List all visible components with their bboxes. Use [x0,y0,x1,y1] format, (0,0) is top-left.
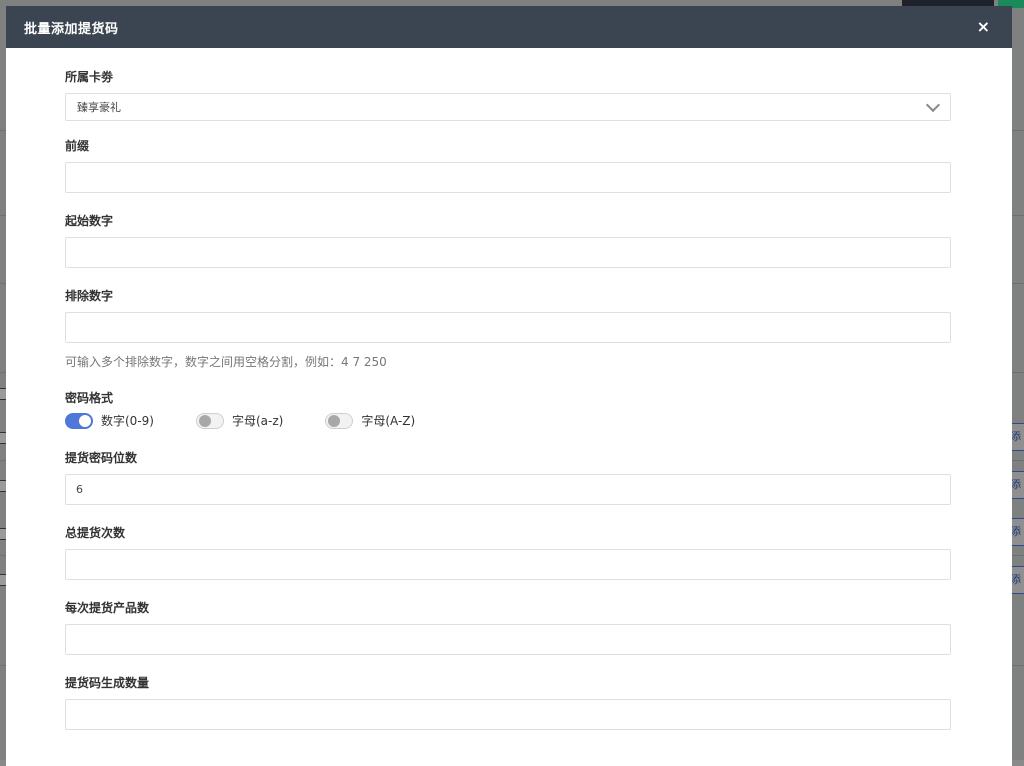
chevron-down-icon [925,97,941,112]
card-select[interactable]: 臻享豪礼 [65,93,951,121]
code-count-label: 提货码生成数量 [65,676,150,690]
total-pickups-label: 总提货次数 [65,526,126,540]
modal-title: 批量添加提货码 [24,21,119,37]
format-option-digits[interactable]: 数字(0-9) [65,412,154,429]
prefix-label: 前缀 [65,139,90,153]
format-option-lowercase[interactable]: 字母(a-z) [195,412,284,429]
batch-add-modal: 批量添加提货码 × 所属卡劵 臻享豪礼 前缀 起始数字 排除数字 可输入多个排除… [6,6,1012,766]
total-pickups-field: 总提货次数 [65,524,952,580]
password-length-input[interactable] [65,474,951,505]
card-select-value: 臻享豪礼 [77,101,121,114]
toggle-knob [79,414,91,427]
format-option-uppercase[interactable]: 字母(A-Z) [325,412,415,429]
password-length-field: 提货密码位数 [65,449,952,505]
start-number-input[interactable] [65,237,951,268]
products-per-pickup-field: 每次提货产品数 [65,599,952,655]
close-icon[interactable]: × [977,19,990,35]
products-per-pickup-label: 每次提货产品数 [65,601,150,615]
products-per-pickup-input[interactable] [65,624,951,655]
exclude-numbers-input[interactable] [65,312,951,343]
toggle-switch[interactable] [65,412,93,429]
toggle-knob [198,414,211,427]
card-label: 所属卡劵 [65,70,114,84]
password-format-field: 密码格式 数字(0-9) 字母(a-z) 字母(A-Z) [65,389,952,429]
toggle-switch[interactable] [195,412,224,429]
code-count-field: 提货码生成数量 [65,674,952,730]
start-number-field: 起始数字 [65,212,952,268]
modal-header: 批量添加提货码 × [6,6,1012,48]
format-option-label: 数字(0-9) [101,414,154,428]
toggle-knob [328,414,341,427]
exclude-numbers-label: 排除数字 [65,289,114,303]
exclude-numbers-hint: 可输入多个排除数字，数字之间用空格分割，例如：4 7 250 [65,355,387,369]
modal-body: 所属卡劵 臻享豪礼 前缀 起始数字 排除数字 可输入多个排除数字，数字之间用空格… [6,48,1012,730]
code-count-input[interactable] [65,699,951,730]
password-length-label: 提货密码位数 [65,451,138,465]
total-pickups-input[interactable] [65,549,951,580]
prefix-field: 前缀 [65,137,952,193]
password-format-options: 数字(0-9) 字母(a-z) 字母(A-Z) [65,412,952,429]
format-option-label: 字母(a-z) [231,414,284,428]
prefix-input[interactable] [65,162,951,193]
start-number-label: 起始数字 [65,214,114,228]
password-format-label: 密码格式 [65,391,114,405]
card-field: 所属卡劵 臻享豪礼 [65,68,952,121]
toggle-switch[interactable] [325,412,354,429]
format-option-label: 字母(A-Z) [361,414,416,428]
exclude-numbers-field: 排除数字 可输入多个排除数字，数字之间用空格分割，例如：4 7 250 [65,287,952,370]
